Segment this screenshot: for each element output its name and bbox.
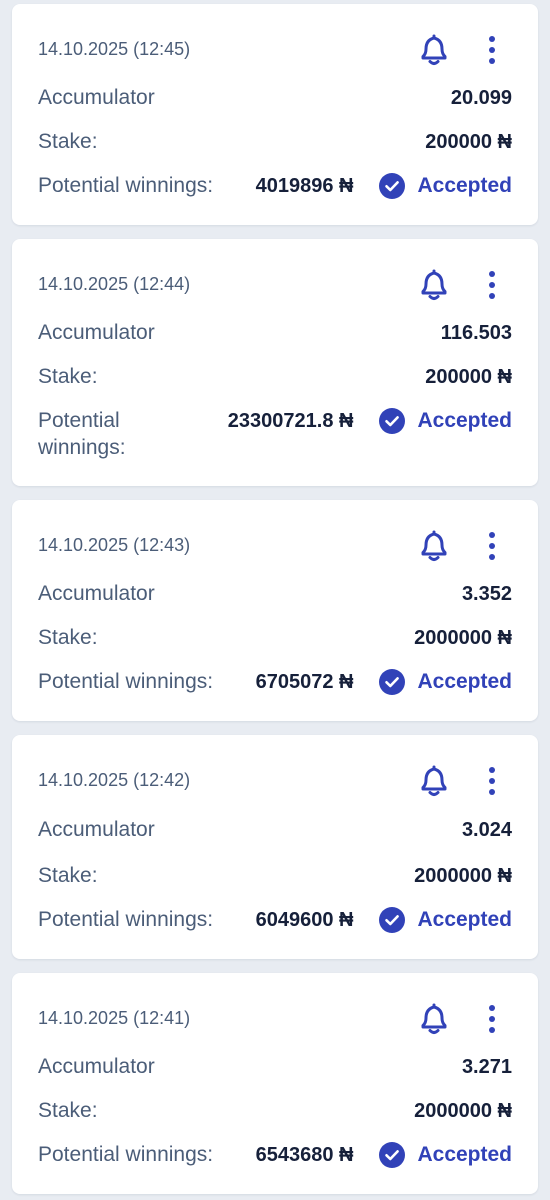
more-options-button[interactable] (474, 526, 510, 566)
vertical-dots-icon (489, 767, 495, 795)
stake-label: Stake: (38, 365, 98, 388)
odds-row: Accumulator 3.271 (38, 1053, 512, 1081)
bet-status-label: Accepted (417, 670, 512, 693)
potential-winnings-label: Potential winnings: (38, 174, 214, 197)
stake-label: Stake: (38, 1099, 98, 1122)
notification-bell-button[interactable] (414, 30, 454, 70)
stake-row: Stake: 200000 ₦ (38, 128, 512, 156)
bell-icon (421, 34, 447, 65)
bell-icon (421, 530, 447, 561)
check-circle-icon (379, 1142, 406, 1168)
stake-row: Stake: 2000000 ₦ (38, 624, 512, 652)
bet-card-header: 14.10.2025 (12:44) (38, 265, 516, 305)
winnings-status-group: 23300721.8 ₦ Accepted (228, 407, 512, 435)
check-circle-icon (379, 907, 406, 933)
check-circle-icon (379, 408, 406, 434)
vertical-dots-icon (489, 271, 495, 299)
stake-label: Stake: (38, 626, 98, 649)
odds-row: Accumulator 3.024 (38, 816, 512, 844)
potential-winnings-label: Potential winnings: (38, 1143, 214, 1166)
bet-card[interactable]: 14.10.2025 (12:41) Accumulator 3.271 Sta… (12, 973, 538, 1194)
bet-status-label: Accepted (417, 1143, 512, 1166)
bet-timestamp: 14.10.2025 (12:43) (38, 535, 191, 555)
bet-card[interactable]: 14.10.2025 (12:45) Accumulator 20.099 St… (12, 4, 538, 225)
bet-card-header: 14.10.2025 (12:41) (38, 999, 516, 1039)
potential-winnings-label: Potential winnings: (38, 409, 126, 459)
bell-icon (421, 765, 447, 796)
vertical-dots-icon (489, 1005, 495, 1033)
stake-value: 2000000 ₦ (414, 865, 512, 887)
bet-timestamp: 14.10.2025 (12:42) (38, 770, 191, 790)
stake-value: 2000000 ₦ (414, 627, 512, 649)
notification-bell-button[interactable] (414, 999, 454, 1039)
bet-type-label: Accumulator (38, 1055, 155, 1078)
bet-type-label: Accumulator (38, 582, 155, 605)
bet-type-label: Accumulator (38, 321, 155, 344)
bet-card-header: 14.10.2025 (12:45) (38, 30, 516, 70)
odds-value: 3.271 (461, 1056, 512, 1078)
potential-winnings-value: 6705072 ₦ (255, 671, 354, 693)
bet-card[interactable]: 14.10.2025 (12:42) Accumulator 3.024 Sta… (12, 735, 538, 959)
bet-status-label: Accepted (417, 409, 512, 432)
more-options-button[interactable] (474, 265, 510, 305)
stake-value: 200000 ₦ (425, 131, 512, 153)
potential-winnings-label: Potential winnings: (38, 670, 214, 693)
bell-icon (421, 269, 447, 300)
bet-status-label: Accepted (417, 174, 512, 197)
bet-timestamp: 14.10.2025 (12:45) (38, 39, 191, 59)
stake-label: Stake: (38, 864, 98, 887)
bell-icon (421, 1003, 447, 1034)
bet-card[interactable]: 14.10.2025 (12:44) Accumulator 116.503 S… (12, 239, 538, 486)
more-options-button[interactable] (474, 761, 510, 801)
bet-card-header: 14.10.2025 (12:42) (38, 761, 516, 801)
potential-winnings-value: 6049600 ₦ (255, 909, 354, 931)
odds-value: 3.352 (461, 583, 512, 605)
potential-winnings-value: 4019896 ₦ (255, 175, 354, 197)
check-circle-icon (379, 173, 406, 199)
odds-row: Accumulator 116.503 (38, 319, 512, 347)
bet-history-list: 14.10.2025 (12:45) Accumulator 20.099 St… (0, 0, 550, 1200)
winnings-status-group: 6543680 ₦ Accepted (256, 1141, 512, 1169)
bet-type-label: Accumulator (38, 818, 155, 841)
winnings-status-group: 4019896 ₦ Accepted (256, 172, 512, 200)
check-circle-icon (379, 669, 406, 695)
notification-bell-button[interactable] (414, 761, 454, 801)
odds-value: 116.503 (440, 322, 512, 344)
more-options-button[interactable] (474, 30, 510, 70)
stake-value: 2000000 ₦ (414, 1100, 512, 1122)
notification-bell-button[interactable] (414, 526, 454, 566)
bet-timestamp: 14.10.2025 (12:44) (38, 274, 191, 294)
stake-row: Stake: 2000000 ₦ (38, 1097, 512, 1125)
potential-winnings-label: Potential winnings: (38, 908, 214, 931)
odds-value: 20.099 (450, 87, 512, 109)
bet-timestamp: 14.10.2025 (12:41) (38, 1008, 191, 1028)
bet-status-label: Accepted (417, 908, 512, 931)
winnings-status-group: 6049600 ₦ Accepted (256, 906, 512, 934)
odds-row: Accumulator 3.352 (38, 580, 512, 608)
bet-card[interactable]: 14.10.2025 (12:43) Accumulator 3.352 Sta… (12, 500, 538, 721)
bet-type-label: Accumulator (38, 86, 155, 109)
winnings-status-group: 6705072 ₦ Accepted (256, 668, 512, 696)
vertical-dots-icon (489, 532, 495, 560)
notification-bell-button[interactable] (414, 265, 454, 305)
odds-row: Accumulator 20.099 (38, 84, 512, 112)
stake-row: Stake: 2000000 ₦ (38, 862, 512, 890)
more-options-button[interactable] (474, 999, 510, 1039)
odds-value: 3.024 (461, 819, 512, 841)
bet-card-header: 14.10.2025 (12:43) (38, 526, 516, 566)
potential-winnings-value: 6543680 ₦ (255, 1144, 354, 1166)
potential-winnings-value: 23300721.8 ₦ (227, 410, 354, 432)
stake-label: Stake: (38, 130, 98, 153)
stake-value: 200000 ₦ (425, 366, 512, 388)
stake-row: Stake: 200000 ₦ (38, 363, 512, 391)
vertical-dots-icon (489, 36, 495, 64)
